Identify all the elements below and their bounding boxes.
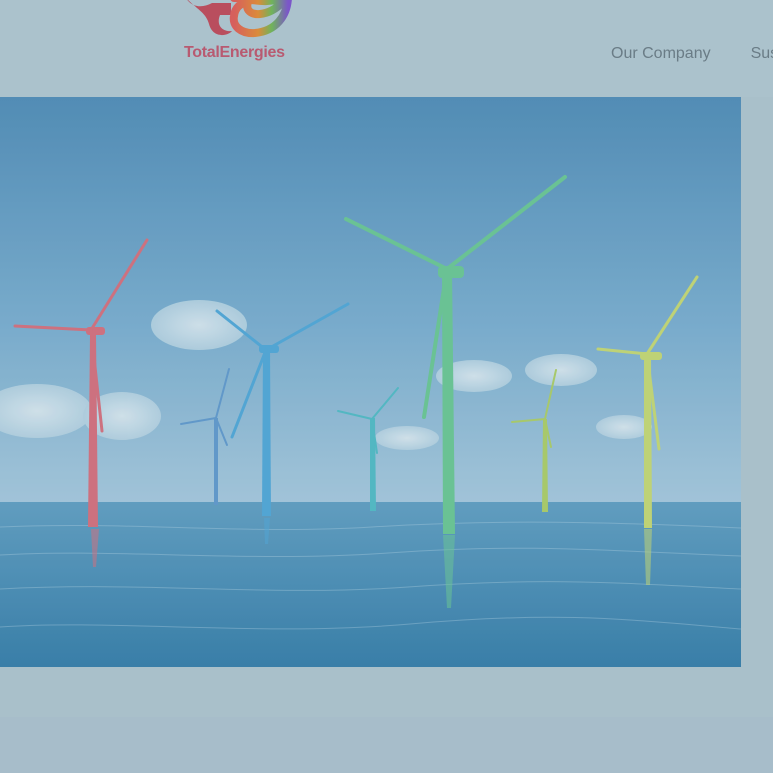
hero-image [0, 97, 741, 667]
nav-item-sustainability[interactable]: Sus [751, 45, 773, 63]
main-navigation: Our Company Sus [611, 44, 773, 64]
totalenergies-logo-icon [187, 0, 292, 38]
offshore-wind-turbines-image [0, 97, 741, 667]
brand-logo-link[interactable]: TotalEnergies [184, 0, 294, 64]
page: TotalEnergies Our Company Sus [0, 0, 773, 773]
brand-name: TotalEnergies [184, 44, 285, 61]
hero-side-panel [741, 97, 773, 667]
nav-item-our-company[interactable]: Our Company [611, 45, 711, 63]
bottom-content-strip [0, 717, 773, 773]
content-spacer [0, 667, 773, 717]
site-header: TotalEnergies Our Company Sus [0, 0, 773, 97]
